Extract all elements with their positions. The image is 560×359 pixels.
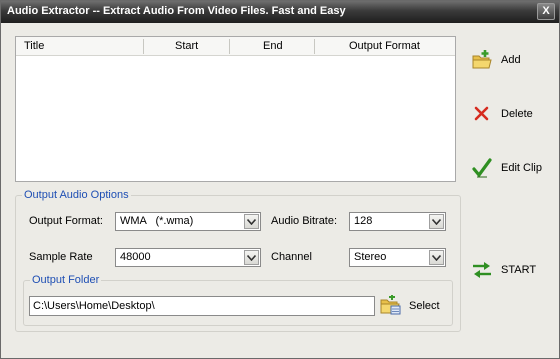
folder-browse-icon bbox=[379, 294, 401, 319]
audio-bitrate-value: 128 bbox=[354, 215, 373, 227]
chevron-down-icon[interactable] bbox=[429, 214, 444, 229]
output-format-label: Output Format: bbox=[29, 215, 103, 227]
sample-rate-label: Sample Rate bbox=[29, 251, 93, 263]
audio-bitrate-label: Audio Bitrate: bbox=[271, 215, 338, 227]
checkmark-icon bbox=[471, 157, 493, 179]
swap-arrows-icon bbox=[471, 259, 493, 281]
chevron-down-icon[interactable] bbox=[429, 250, 444, 265]
column-separator[interactable] bbox=[143, 39, 144, 54]
add-label: Add bbox=[501, 54, 521, 66]
edit-clip-label: Edit Clip bbox=[501, 162, 542, 174]
column-header-title[interactable]: Title bbox=[24, 40, 44, 52]
column-separator[interactable] bbox=[229, 39, 230, 54]
column-separator[interactable] bbox=[314, 39, 315, 54]
channel-label: Channel bbox=[271, 251, 312, 263]
sample-rate-select[interactable]: 48000 bbox=[115, 248, 261, 267]
delete-label: Delete bbox=[501, 108, 533, 120]
channel-value: Stereo bbox=[354, 251, 387, 263]
x-icon bbox=[471, 103, 493, 125]
window-title: Audio Extractor -- Extract Audio From Vi… bbox=[7, 5, 346, 17]
column-header-output-format[interactable]: Output Format bbox=[349, 40, 420, 52]
output-folder-title: Output Folder bbox=[30, 274, 102, 286]
select-folder-label: Select bbox=[409, 300, 440, 312]
column-header-start[interactable]: Start bbox=[175, 40, 198, 52]
start-button[interactable]: START bbox=[471, 253, 553, 287]
delete-button[interactable]: Delete bbox=[471, 97, 553, 131]
edit-clip-button[interactable]: Edit Clip bbox=[471, 151, 553, 185]
title-bar[interactable]: Audio Extractor -- Extract Audio From Vi… bbox=[1, 1, 559, 23]
output-folder-input[interactable] bbox=[29, 296, 375, 316]
folder-plus-icon bbox=[471, 49, 493, 71]
select-folder-button[interactable]: Select bbox=[379, 293, 449, 319]
output-format-select[interactable]: WMA (*.wma) bbox=[115, 212, 261, 231]
audio-bitrate-select[interactable]: 128 bbox=[349, 212, 446, 231]
chevron-down-icon[interactable] bbox=[244, 214, 259, 229]
chevron-down-icon[interactable] bbox=[244, 250, 259, 265]
clip-list[interactable]: Title Start End Output Format bbox=[15, 36, 456, 182]
output-audio-options-title: Output Audio Options bbox=[22, 189, 131, 201]
list-header: Title Start End Output Format bbox=[16, 37, 455, 56]
channel-select[interactable]: Stereo bbox=[349, 248, 446, 267]
start-label: START bbox=[501, 264, 537, 276]
column-header-end[interactable]: End bbox=[263, 40, 283, 52]
add-button[interactable]: Add bbox=[471, 43, 553, 77]
close-button[interactable]: X bbox=[537, 3, 555, 20]
sample-rate-value: 48000 bbox=[120, 251, 151, 263]
main-window: Audio Extractor -- Extract Audio From Vi… bbox=[0, 0, 560, 359]
output-format-value: WMA (*.wma) bbox=[120, 215, 194, 227]
